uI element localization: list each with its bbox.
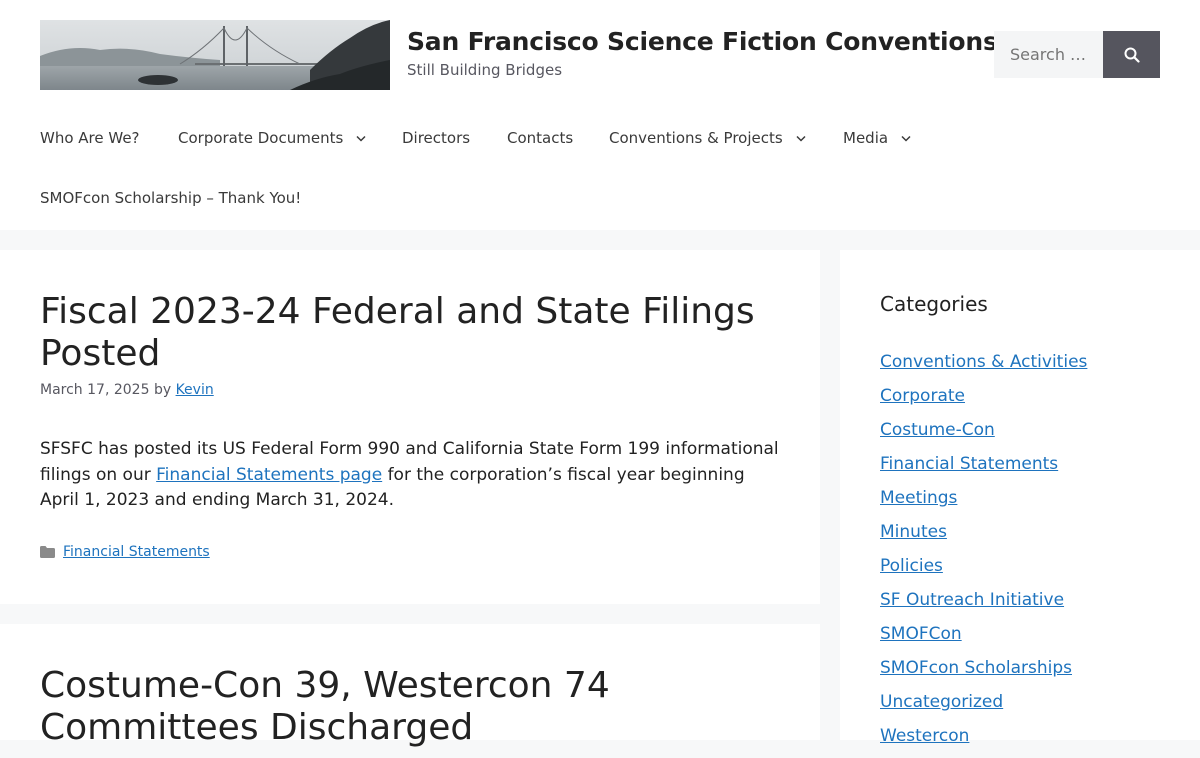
- category-link[interactable]: Uncategorized: [880, 692, 1003, 712]
- list-item: Uncategorized: [880, 690, 1087, 724]
- category-link[interactable]: Meetings: [880, 488, 957, 508]
- category-link[interactable]: Minutes: [880, 522, 947, 542]
- post-author-link[interactable]: Kevin: [176, 382, 214, 398]
- nav-item-who-are-we[interactable]: Who Are We?: [40, 129, 140, 147]
- post-article: Fiscal 2023-24 Federal and State Filings…: [0, 250, 820, 604]
- folder-icon: [40, 546, 55, 558]
- list-item: Minutes: [880, 520, 1087, 554]
- list-item: SMOFcon Scholarships: [880, 656, 1087, 690]
- chevron-down-icon[interactable]: [901, 135, 911, 142]
- nav-item-label: Corporate Documents: [178, 129, 344, 147]
- list-item: Conventions & Activities: [880, 350, 1087, 384]
- post-by-label: by: [153, 382, 172, 398]
- list-item: Meetings: [880, 486, 1087, 520]
- nav-item-directors[interactable]: Directors: [402, 129, 470, 147]
- site-logo-golden-gate-image[interactable]: [40, 20, 390, 90]
- post-title[interactable]: Costume-Con 39, Westercon 74 Committees …: [40, 665, 780, 749]
- list-item: Westercon: [880, 724, 1087, 758]
- nav-item-label: Conventions & Projects: [609, 129, 783, 147]
- nav-item-smofcon-scholarship[interactable]: SMOFcon Scholarship – Thank You!: [40, 189, 301, 207]
- search-button[interactable]: [1103, 31, 1160, 78]
- nav-item-label: Who Are We?: [40, 129, 140, 147]
- site-title[interactable]: San Francisco Science Fiction Convention…: [407, 27, 1066, 56]
- nav-item-conventions-projects[interactable]: Conventions & Projects: [609, 129, 806, 147]
- search-form: [994, 31, 1160, 78]
- chevron-down-icon[interactable]: [356, 135, 366, 142]
- nav-item-label: SMOFcon Scholarship – Thank You!: [40, 189, 302, 207]
- category-link[interactable]: Costume-Con: [880, 420, 995, 440]
- search-icon: [1124, 47, 1140, 63]
- post-categories: Financial Statements: [40, 544, 210, 560]
- list-item: Policies: [880, 554, 1087, 588]
- category-link[interactable]: Financial Statements: [880, 454, 1058, 474]
- category-list: Conventions & Activities Corporate Costu…: [880, 350, 1087, 758]
- sidebar-categories-widget: Categories Conventions & Activities Corp…: [840, 250, 1200, 746]
- nav-item-media[interactable]: Media: [843, 129, 911, 147]
- list-item: SMOFCon: [880, 622, 1087, 656]
- list-item: Financial Statements: [880, 452, 1087, 486]
- category-link[interactable]: SMOFCon: [880, 624, 962, 644]
- nav-item-label: Directors: [402, 129, 471, 147]
- post-category-link[interactable]: Financial Statements: [63, 544, 210, 560]
- category-link[interactable]: SMOFcon Scholarships: [880, 658, 1072, 678]
- post-article: Costume-Con 39, Westercon 74 Committees …: [0, 624, 820, 748]
- financial-statements-page-link[interactable]: Financial Statements page: [156, 465, 382, 485]
- post-meta: March 17, 2025 by Kevin: [40, 382, 214, 398]
- nav-item-label: Media: [843, 129, 889, 147]
- list-item: Costume-Con: [880, 418, 1087, 452]
- list-item: Corporate: [880, 384, 1087, 418]
- widget-title: Categories: [880, 292, 988, 316]
- site-tagline: Still Building Bridges: [407, 61, 563, 79]
- search-input[interactable]: [994, 31, 1103, 78]
- category-link[interactable]: Corporate: [880, 386, 965, 406]
- post-title[interactable]: Fiscal 2023-24 Federal and State Filings…: [40, 291, 780, 375]
- site-header: San Francisco Science Fiction Convention…: [0, 0, 1200, 230]
- category-link[interactable]: Conventions & Activities: [880, 352, 1087, 372]
- post-date: March 17, 2025: [40, 382, 150, 398]
- category-link[interactable]: Policies: [880, 556, 943, 576]
- chevron-down-icon[interactable]: [796, 135, 806, 142]
- nav-item-corporate-documents[interactable]: Corporate Documents: [178, 129, 366, 147]
- category-link[interactable]: SF Outreach Initiative: [880, 590, 1064, 610]
- category-link[interactable]: Westercon: [880, 726, 969, 746]
- nav-item-label: Contacts: [507, 129, 574, 147]
- post-body: SFSFC has posted its US Federal Form 990…: [40, 437, 785, 514]
- nav-item-contacts[interactable]: Contacts: [507, 129, 573, 147]
- list-item: SF Outreach Initiative: [880, 588, 1087, 622]
